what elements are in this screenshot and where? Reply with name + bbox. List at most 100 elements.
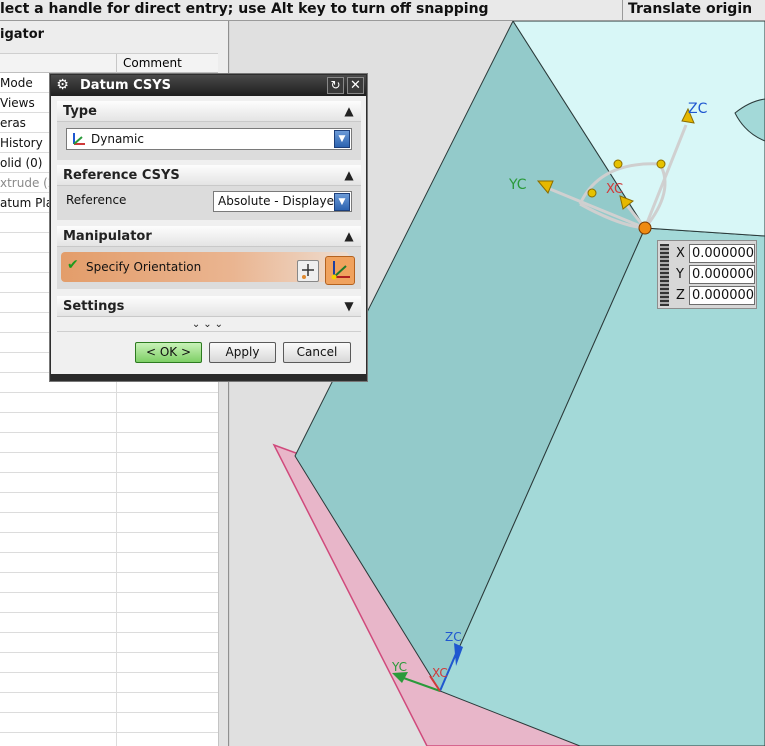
navigator-row-label: Mode [0, 76, 33, 90]
coord-y-label: Y [676, 267, 684, 282]
type-selected-value: Dynamic [91, 132, 144, 146]
chevron-down-icon[interactable]: ▼ [334, 130, 350, 148]
navigator-row-label: atum Pla [0, 196, 54, 210]
specify-orientation-label: Specify Orientation [86, 260, 202, 274]
navigator-row[interactable] [0, 513, 218, 533]
reset-icon[interactable]: ↻ [327, 77, 344, 94]
specify-orientation-row[interactable]: ✔ Specify Orientation [61, 252, 355, 285]
point-icon [302, 264, 314, 279]
navigator-row-comment [116, 733, 117, 746]
chevron-down-icon[interactable]: ▼ [334, 193, 350, 211]
coord-x-input[interactable]: 0.000000 [689, 244, 755, 263]
axis-label-zc-top: ZC [688, 101, 708, 117]
navigator-row-comment [116, 633, 117, 653]
chevron-up-icon[interactable]: ▲ [341, 167, 357, 183]
navigator-row-comment [116, 493, 117, 513]
dialog-title: Datum CSYS [80, 78, 172, 93]
manipulator-section-title: Manipulator [63, 229, 152, 244]
manipulator-section-header[interactable]: Manipulator ▲ [57, 226, 361, 247]
navigator-row[interactable] [0, 713, 218, 733]
navigator-row-label: olid (0) [0, 156, 43, 170]
coord-y-input[interactable]: 0.000000 [689, 265, 755, 284]
coord-y-row: Y 0.000000 [674, 265, 756, 284]
coord-x-label: X [676, 246, 685, 261]
csys-icon [73, 133, 85, 145]
navigator-row-comment [116, 613, 117, 633]
gear-icon[interactable]: ⚙ [55, 78, 70, 93]
type-section-title: Type [63, 104, 97, 119]
navigator-row-comment [116, 573, 117, 593]
navigator-row-label: eras [0, 116, 26, 130]
check-icon: ✔ [67, 257, 79, 273]
coord-z-label: Z [676, 288, 685, 303]
navigator-row[interactable] [0, 673, 218, 693]
point-dialog-button[interactable] [297, 260, 319, 282]
navigator-row[interactable] [0, 633, 218, 653]
navigator-row[interactable] [0, 493, 218, 513]
navigator-row-comment [116, 693, 117, 713]
coord-x-row: X 0.000000 [674, 244, 756, 263]
close-icon[interactable]: ✕ [347, 77, 364, 94]
navigator-row[interactable] [0, 613, 218, 633]
apply-button[interactable]: Apply [209, 342, 276, 363]
navigator-row-comment [116, 553, 117, 573]
type-section-header[interactable]: Type ▲ [57, 101, 361, 122]
dialog-title-bar[interactable]: ⚙ Datum CSYS ↻ ✕ [51, 75, 366, 96]
coord-z-row: Z 0.000000 [674, 286, 756, 305]
navigator-row-comment [116, 413, 117, 433]
settings-section-header[interactable]: Settings ▼ [57, 296, 361, 317]
chevron-down-icon[interactable]: ▼ [341, 298, 357, 314]
coord-z-input[interactable]: 0.000000 [689, 286, 755, 305]
csys-dialog-button[interactable] [325, 256, 355, 285]
status-prompt: lect a handle for direct entry; use Alt … [0, 1, 489, 17]
navigator-row[interactable] [0, 473, 218, 493]
chevron-up-icon[interactable]: ▲ [341, 228, 357, 244]
reference-selected-value: Absolute - Displaye [218, 194, 335, 208]
reference-section-body: Reference Absolute - Displaye ▼ [57, 186, 361, 220]
navigator-row[interactable] [0, 533, 218, 553]
navigator-title: igator [0, 27, 45, 42]
navigator-row[interactable] [0, 553, 218, 573]
navigator-row-comment [116, 393, 117, 413]
axis-label-yc-bottom: YC [391, 660, 407, 674]
navigator-row[interactable] [0, 433, 218, 453]
axis-label-xc-top: XC [606, 182, 623, 197]
column-header-comment[interactable]: Comment [116, 54, 182, 73]
navigator-row-comment [116, 713, 117, 733]
settings-section-title: Settings [63, 299, 125, 314]
manipulator-section-body: ✔ Specify Orientation [57, 247, 361, 289]
navigator-row[interactable] [0, 653, 218, 673]
navigator-row[interactable] [0, 593, 218, 613]
status-mode: Translate origin [622, 0, 765, 20]
more-options-toggle[interactable]: ⌄⌄⌄ [57, 318, 361, 332]
reference-section-header[interactable]: Reference CSYS ▲ [57, 165, 361, 186]
datum-csys-dialog: ⚙ Datum CSYS ↻ ✕ Type ▲ Dynamic ▼ Refere… [50, 74, 367, 381]
chevron-up-icon[interactable]: ▲ [341, 103, 357, 119]
drag-grip-icon[interactable] [660, 244, 669, 306]
reference-dropdown[interactable]: Absolute - Displaye ▼ [213, 191, 352, 212]
type-section-body: Dynamic ▼ [57, 122, 361, 160]
cancel-button[interactable]: Cancel [283, 342, 351, 363]
axis-label-zc-bottom: ZC [445, 630, 462, 644]
ok-button[interactable]: < OK > [135, 342, 202, 363]
navigator-row[interactable] [0, 573, 218, 593]
axis-label-xc-bottom: XC [432, 666, 448, 680]
dialog-bottom-bar [51, 374, 366, 380]
status-bar: lect a handle for direct entry; use Alt … [0, 0, 765, 21]
navigator-row-comment [116, 433, 117, 453]
chevron-down-icon[interactable]: ⌄⌄⌄ [192, 319, 226, 330]
navigator-row-label: History [0, 136, 43, 150]
type-dropdown[interactable]: Dynamic ▼ [66, 128, 352, 150]
navigator-row[interactable] [0, 693, 218, 713]
coordinate-entry: X 0.000000 Y 0.000000 Z 0.000000 [657, 240, 757, 309]
navigator-row[interactable] [0, 733, 218, 746]
navigator-row-label: xtrude (2 [0, 176, 56, 190]
navigator-row-comment [116, 473, 117, 493]
reference-label: Reference [66, 193, 127, 207]
navigator-row[interactable] [0, 413, 218, 433]
navigator-row-comment [116, 653, 117, 673]
navigator-row-comment [116, 673, 117, 693]
navigator-row[interactable] [0, 453, 218, 473]
navigator-header: Comment [0, 53, 218, 73]
navigator-row[interactable] [0, 393, 218, 413]
